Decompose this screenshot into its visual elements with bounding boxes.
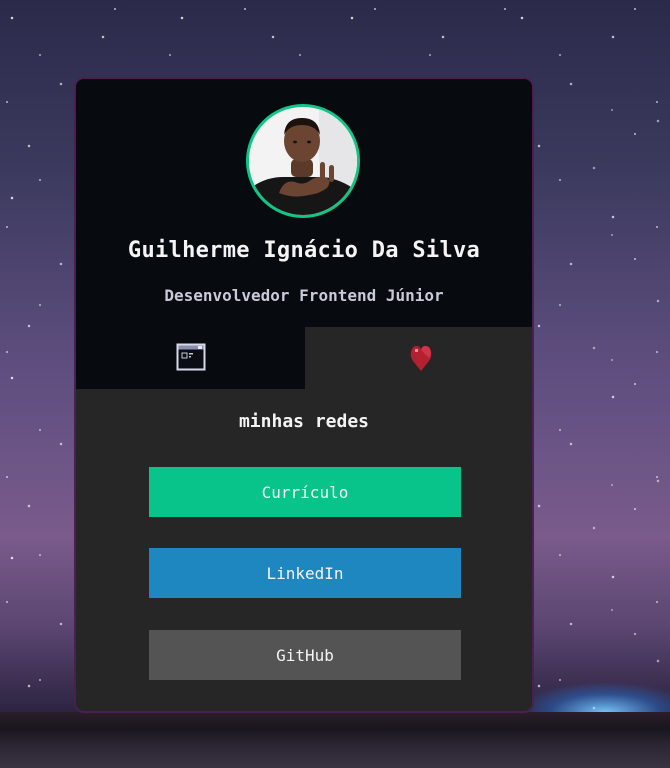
links-section-title: minhas redes: [238, 411, 370, 432]
profile-header: Guilherme Ignácio Da Silva Desenvolvedor…: [76, 79, 532, 327]
profile-card: Guilherme Ignácio Da Silva Desenvolvedor…: [74, 77, 534, 713]
linkedin-button[interactable]: LinkedIn: [149, 548, 461, 598]
github-button[interactable]: GitHub: [149, 630, 461, 680]
heart-icon: [410, 346, 431, 371]
tab-links[interactable]: [305, 327, 532, 389]
background-horizon: [0, 712, 670, 768]
curriculo-button[interactable]: Currículo: [149, 467, 461, 517]
avatar: [246, 104, 360, 218]
profile-name: Guilherme Ignácio Da Silva: [127, 238, 481, 263]
browser-window-icon: [176, 343, 205, 371]
profile-role: Desenvolvedor Frontend Júnior: [164, 286, 444, 305]
avatar-photo: [249, 107, 357, 215]
tab-bar: [76, 327, 532, 389]
tab-projects[interactable]: [76, 327, 305, 389]
